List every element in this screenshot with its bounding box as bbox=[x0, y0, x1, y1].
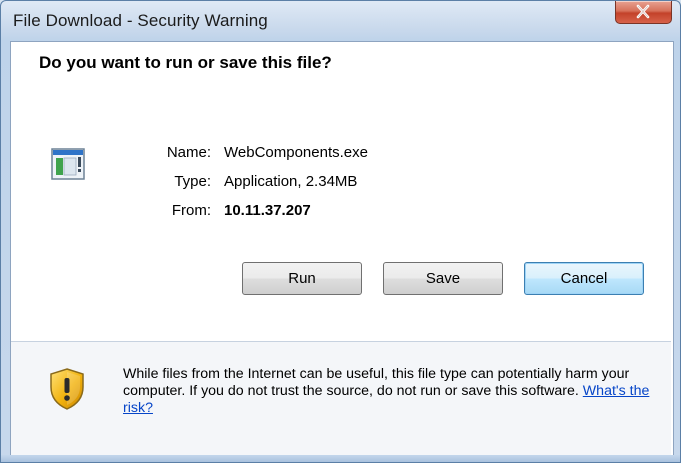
file-from-label: From: bbox=[171, 202, 211, 219]
security-shield-icon bbox=[48, 367, 86, 416]
close-button[interactable] bbox=[615, 1, 672, 24]
title-bar[interactable]: File Download - Security Warning bbox=[1, 1, 680, 41]
window-bottom-border bbox=[1, 455, 680, 462]
file-type-value: Application, 2.34MB bbox=[224, 173, 358, 190]
file-name-value: WebComponents.exe bbox=[224, 144, 368, 161]
cancel-button[interactable]: Cancel bbox=[524, 262, 644, 295]
window-title: File Download - Security Warning bbox=[13, 11, 268, 30]
download-question: Do you want to run or save this file? bbox=[39, 53, 332, 72]
file-download-dialog: File Download - Security Warning Do you … bbox=[0, 0, 681, 463]
run-button[interactable]: Run bbox=[242, 262, 362, 295]
save-button[interactable]: Save bbox=[383, 262, 503, 295]
file-type-label: Type: bbox=[174, 173, 211, 190]
application-file-icon bbox=[51, 148, 85, 185]
security-warning-text: While files from the Internet can be use… bbox=[123, 366, 663, 417]
file-from-value: 10.11.37.207 bbox=[224, 202, 311, 219]
file-name-label: Name: bbox=[166, 144, 211, 161]
warning-message: While files from the Internet can be use… bbox=[123, 366, 630, 399]
